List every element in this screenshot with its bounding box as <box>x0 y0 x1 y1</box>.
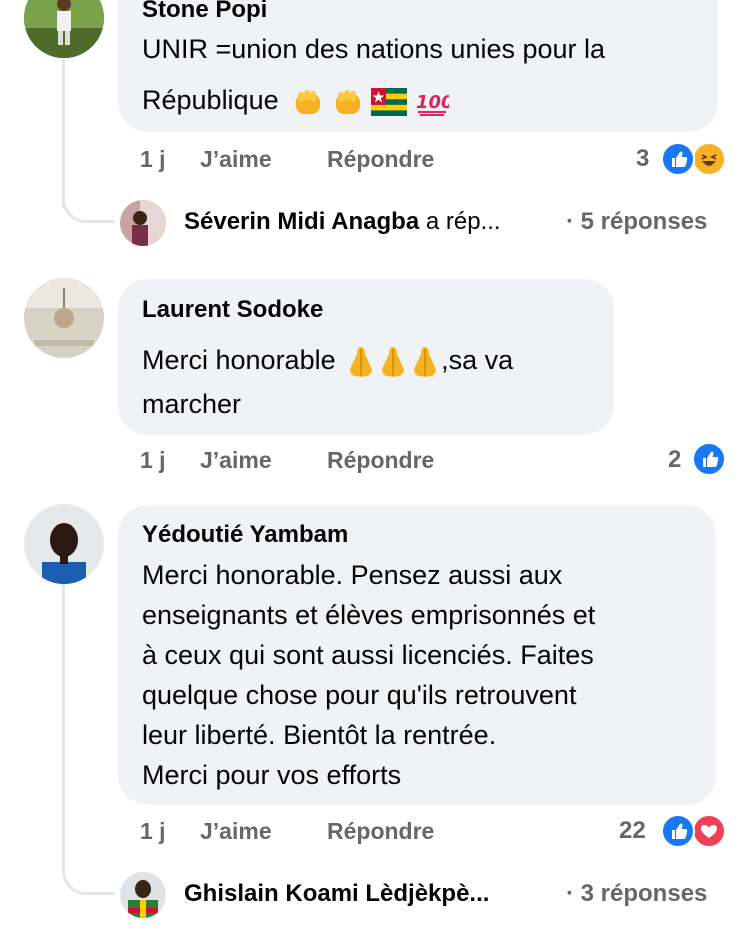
comment-text-line: Merci honorable. Pensez aussi aux <box>142 560 563 590</box>
comment-text-line: Merci honorable ,sa va <box>142 340 612 380</box>
comment-text-word: ,sa va <box>441 345 514 375</box>
comment-text: UNIR =union des nations unies pour la Ré… <box>142 29 712 120</box>
svg-text:100: 100 <box>416 92 449 113</box>
avatar-image <box>24 278 104 358</box>
comment-author[interactable]: Laurent Sodoke <box>142 296 323 324</box>
haha-icon[interactable] <box>692 142 726 176</box>
like-button[interactable]: J’aime <box>200 447 272 474</box>
comment-text-line: UNIR =union des nations unies pour la <box>142 34 606 64</box>
folded-hands-emoji <box>377 345 409 379</box>
comment-text-word: République <box>142 85 279 115</box>
thread-line <box>62 584 65 874</box>
comment-time[interactable]: 1 j <box>140 818 166 845</box>
like-icon[interactable] <box>661 142 695 176</box>
like-icon[interactable] <box>692 442 726 476</box>
comment-text: Merci honorable. Pensez aussi aux enseig… <box>142 555 712 795</box>
comment-time[interactable]: 1 j <box>140 447 166 474</box>
reply-avatar[interactable] <box>120 200 166 246</box>
reply-count[interactable]: · 5 réponses <box>566 208 707 236</box>
comment-text-line: leur liberté. Bientôt la rentrée. <box>142 720 497 750</box>
comment-text-line: Merci pour vos efforts <box>142 760 402 790</box>
reply-count[interactable]: · 3 réponses <box>566 880 707 908</box>
comment-text-line: marcher <box>142 389 242 419</box>
love-icon[interactable] <box>692 814 726 848</box>
avatar-image <box>24 0 104 58</box>
avatar-image <box>120 872 166 918</box>
comment-text-line: quelque chose pour qu'ils retrouvent <box>142 680 577 710</box>
avatar-image <box>24 504 104 584</box>
reply-button[interactable]: Répondre <box>327 447 434 474</box>
reply-button[interactable]: Répondre <box>327 146 434 173</box>
comment-text-word: Merci honorable <box>142 345 336 375</box>
avatar[interactable] <box>24 278 104 358</box>
reaction-count[interactable]: 22 <box>619 817 646 845</box>
reaction-count[interactable]: 2 <box>668 446 681 474</box>
togo-flag-emoji <box>371 87 408 116</box>
reply-author[interactable]: Ghislain Koami Lèdjèkpè... <box>184 880 489 907</box>
reply-summary[interactable]: Séverin Midi Anagba a rép... <box>184 208 501 236</box>
reply-snippet: a rép... <box>419 208 501 235</box>
comment-time[interactable]: 1 j <box>140 146 166 173</box>
comment-text-line: République 100 <box>142 80 712 120</box>
reply-summary[interactable]: Ghislain Koami Lèdjèkpè... <box>184 880 489 908</box>
comment-author[interactable]: Stone Popi <box>142 0 267 24</box>
like-button[interactable]: J’aime <box>200 146 272 173</box>
avatar[interactable] <box>24 0 104 58</box>
comment-text-line: à ceux qui sont aussi licenciés. Faites <box>142 640 594 670</box>
like-button[interactable]: J’aime <box>200 818 272 845</box>
reaction-count[interactable]: 3 <box>636 145 649 173</box>
reply-author[interactable]: Séverin Midi Anagba <box>184 208 419 235</box>
comment-text: Merci honorable ,sa va marcher <box>142 340 612 424</box>
avatar-image <box>120 200 166 246</box>
thread-curve <box>62 180 115 223</box>
thread-curve <box>62 850 115 895</box>
raised-fist-emoji <box>332 86 364 118</box>
reply-avatar[interactable] <box>120 872 166 918</box>
avatar[interactable] <box>24 504 104 584</box>
like-icon[interactable] <box>661 814 695 848</box>
hundred-points-emoji: 100 <box>415 86 449 118</box>
raised-fist-emoji <box>292 86 324 118</box>
reply-button[interactable]: Répondre <box>327 818 434 845</box>
comment-text-line: enseignants et élèves emprisonnés et <box>142 600 596 630</box>
folded-hands-emoji <box>409 345 441 379</box>
comment-author[interactable]: Yédoutié Yambam <box>142 521 348 549</box>
folded-hands-emoji <box>345 345 377 379</box>
